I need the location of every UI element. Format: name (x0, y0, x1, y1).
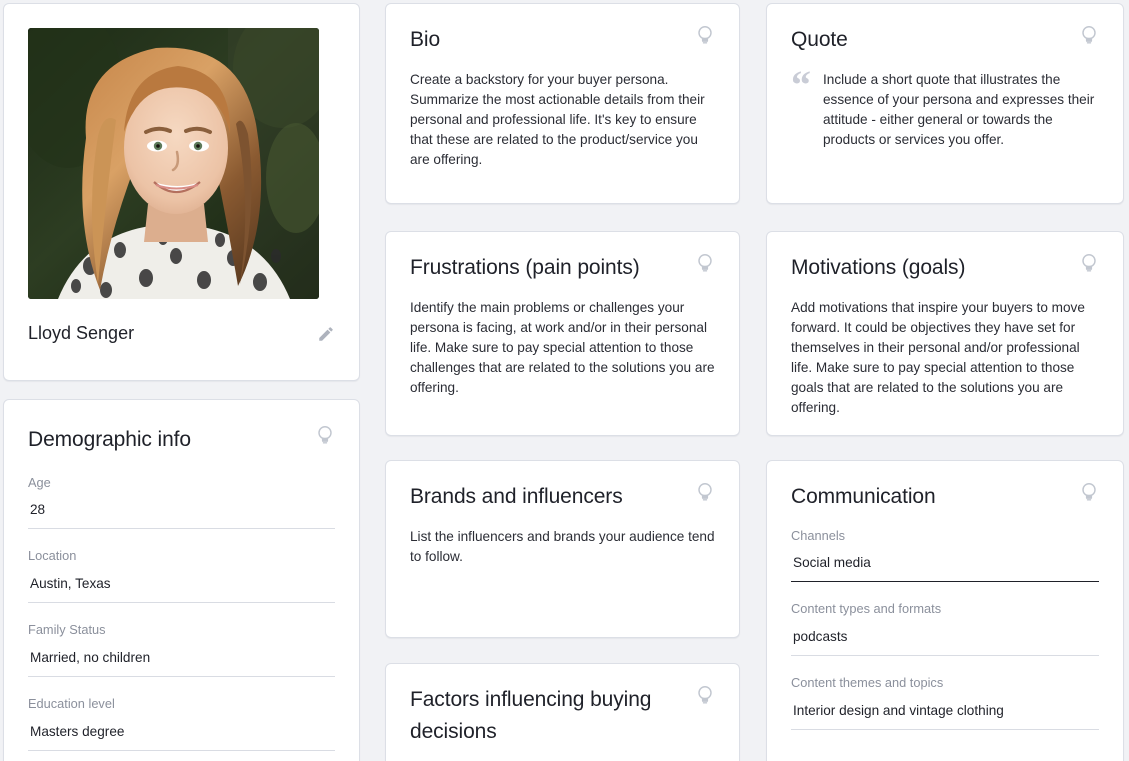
profile-card: Lloyd Senger (3, 3, 360, 381)
frustrations-placeholder-text[interactable]: Identify the main problems or challenges… (410, 298, 715, 398)
card-title: Quote (791, 28, 848, 51)
demographic-info-card: Demographic info Age 28 Location Austin,… (3, 399, 360, 761)
quote-row: “ Include a short quote that illustrates… (791, 61, 1099, 150)
persona-photo[interactable] (28, 28, 319, 299)
persona-board: Lloyd Senger Demographic info Age 28 Loc… (0, 0, 1129, 761)
pencil-icon[interactable] (317, 325, 335, 343)
field-label: Location (28, 548, 77, 564)
frustrations-card: Frustrations (pain points) Identify the … (385, 231, 740, 436)
quote-card: Quote “ Include a short quote that illus… (766, 3, 1124, 204)
card-header: Factors influencing buying decisions (410, 684, 715, 747)
field-channels: Channels Social media (791, 527, 1099, 583)
field-content-types-and-formats: Content types and formats podcasts (791, 600, 1099, 657)
card-header: Bio (410, 24, 715, 56)
demographic-fields: Age 28 Location Austin, Texas Family Sta… (28, 474, 335, 752)
lightbulb-icon[interactable] (695, 684, 715, 706)
field-input-family-status[interactable]: Married, no children (28, 648, 335, 678)
field-input-age[interactable]: 28 (28, 500, 335, 530)
lightbulb-icon[interactable] (1079, 252, 1099, 274)
field-age: Age 28 (28, 474, 335, 530)
motivations-card: Motivations (goals) Add motivations that… (766, 231, 1124, 436)
card-title: Motivations (goals) (791, 256, 966, 279)
card-header: Demographic info (28, 424, 335, 456)
lightbulb-icon[interactable] (695, 252, 715, 274)
factors-influencing-buying-decisions-card: Factors influencing buying decisions (385, 663, 740, 761)
lightbulb-icon[interactable] (315, 424, 335, 446)
field-label: Age (28, 474, 51, 490)
profile-name-row: Lloyd Senger (28, 323, 335, 345)
brands-and-influencers-card: Brands and influencers List the influenc… (385, 460, 740, 638)
lightbulb-icon[interactable] (1079, 24, 1099, 46)
card-title: Brands and influencers (410, 485, 623, 508)
field-family-status: Family Status Married, no children (28, 621, 335, 678)
field-input-channels[interactable]: Social media (791, 553, 1099, 583)
communication-fields: Channels Social media Content types and … (791, 527, 1099, 731)
lightbulb-icon[interactable] (695, 481, 715, 503)
field-content-themes-and-topics: Content themes and topics Interior desig… (791, 674, 1099, 731)
field-input-content-types-and-formats[interactable]: podcasts (791, 627, 1099, 657)
card-title: Demographic info (28, 428, 191, 451)
field-label: Channels (791, 527, 846, 543)
card-title: Frustrations (pain points) (410, 256, 640, 279)
field-label: Content themes and topics (791, 675, 944, 691)
field-input-content-themes-and-topics[interactable]: Interior design and vintage clothing (791, 701, 1099, 731)
field-location: Location Austin, Texas (28, 547, 335, 604)
brands-placeholder-text[interactable]: List the influencers and brands your aud… (410, 527, 715, 567)
field-input-education-level[interactable]: Masters degree (28, 722, 335, 752)
card-title: Bio (410, 28, 441, 51)
field-label: Family Status (28, 622, 106, 638)
card-header: Brands and influencers (410, 481, 715, 513)
bio-placeholder-text[interactable]: Create a backstory for your buyer person… (410, 70, 715, 170)
card-header: Communication (791, 481, 1099, 513)
quote-mark-icon: “ (791, 61, 811, 107)
motivations-placeholder-text[interactable]: Add motivations that inspire your buyers… (791, 298, 1099, 418)
card-header: Frustrations (pain points) (410, 252, 715, 284)
card-header: Quote (791, 24, 1099, 56)
quote-placeholder-text[interactable]: Include a short quote that illustrates t… (823, 70, 1099, 150)
bio-card: Bio Create a backstory for your buyer pe… (385, 3, 740, 204)
card-title: Factors influencing buying decisions (410, 688, 652, 743)
card-header: Motivations (goals) (791, 252, 1099, 284)
field-input-location[interactable]: Austin, Texas (28, 574, 335, 604)
field-education-level: Education level Masters degree (28, 695, 335, 752)
field-label: Content types and formats (791, 601, 942, 617)
lightbulb-icon[interactable] (1079, 481, 1099, 503)
field-label: Education level (28, 696, 115, 712)
card-title: Communication (791, 485, 936, 508)
communication-card: Communication Channels Social media Cont… (766, 460, 1124, 761)
persona-name: Lloyd Senger (28, 323, 135, 343)
lightbulb-icon[interactable] (695, 24, 715, 46)
